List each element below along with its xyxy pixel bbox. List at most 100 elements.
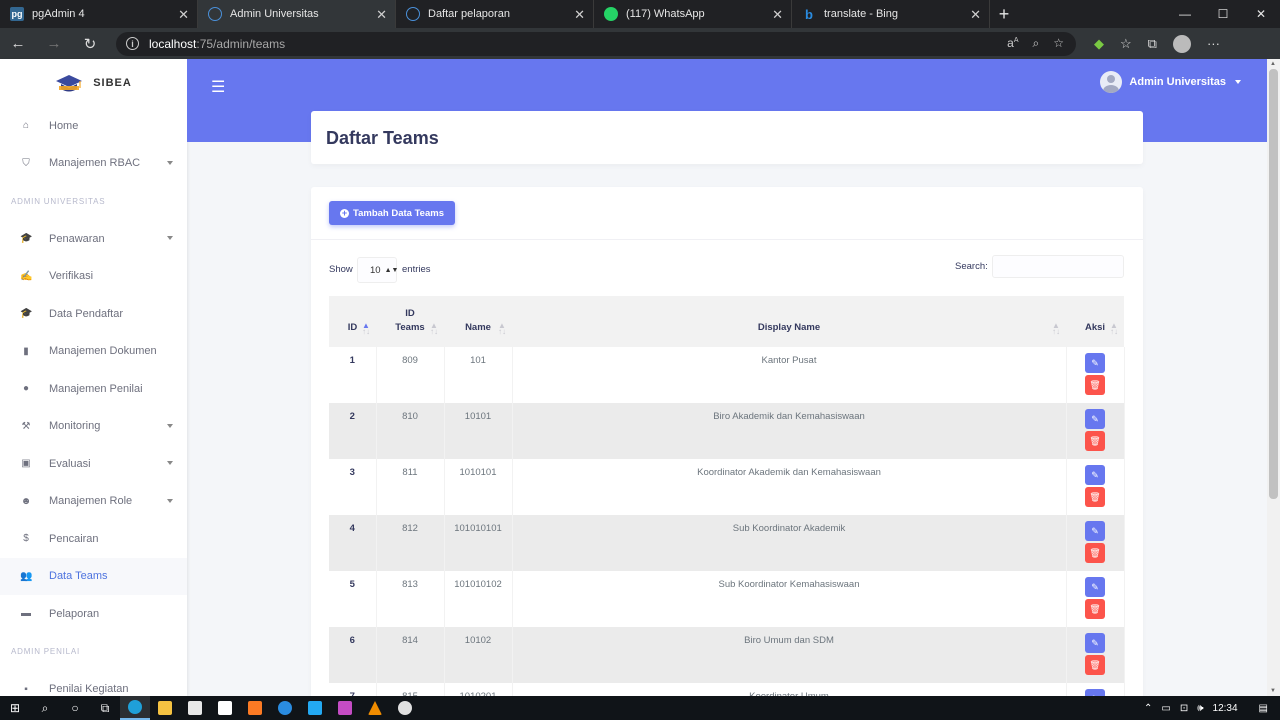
tab-admin-universitas[interactable]: Admin Universitas ✕ (198, 0, 396, 28)
close-icon[interactable]: ✕ (970, 7, 981, 23)
sidebar-item-data-pendaftar[interactable]: 🎓 Data Pendaftar (0, 295, 187, 333)
menu-toggle-icon[interactable]: ☰ (211, 77, 225, 97)
chevron-up-icon[interactable]: ⌃ (1144, 703, 1152, 714)
reload-icon[interactable]: ↻ (72, 28, 108, 59)
forward-icon[interactable]: → (36, 28, 72, 59)
column-header-id[interactable]: ID ▲ ↑↓ (329, 296, 376, 347)
volume-icon[interactable]: 🕪 (1197, 703, 1203, 714)
sidebar-item-penawaran[interactable]: 🎓 Penawaran (0, 220, 187, 258)
minimize-icon[interactable]: — (1166, 0, 1204, 28)
extension-icon[interactable]: ◆ (1094, 36, 1104, 52)
tab-bing[interactable]: b translate - Bing ✕ (792, 0, 990, 28)
sidebar-item-data-teams[interactable]: 👥 Data Teams (0, 557, 187, 595)
edit-button[interactable]: ✎ (1085, 409, 1105, 429)
tab-whatsapp[interactable]: (117) WhatsApp ✕ (594, 0, 792, 28)
zoom-icon[interactable]: ⌕ (1033, 36, 1040, 51)
edit-button[interactable]: ✎ (1085, 353, 1105, 373)
read-aloud-icon[interactable]: aA (1007, 36, 1018, 51)
sidebar-item-label: Pelaporan (49, 607, 100, 620)
table-body: 1 809 101 Kantor Pusat ✎ 🗑 2 810 10101 Biro Akade… (329, 347, 1125, 720)
vscode-icon[interactable] (300, 696, 330, 720)
delete-button[interactable]: 🗑 (1085, 487, 1105, 507)
close-window-icon[interactable]: ✕ (1242, 0, 1280, 28)
brand[interactable]: SIBEA (0, 59, 187, 107)
edit-button[interactable]: ✎ (1085, 465, 1105, 485)
edit-button[interactable]: ✎ (1085, 577, 1105, 597)
trash-icon: 🗑 (1089, 547, 1101, 558)
dollar-icon: $ (23, 533, 29, 545)
paint-icon[interactable] (390, 696, 420, 720)
column-header-name[interactable]: Name ▲ ↑↓ (444, 296, 512, 347)
close-icon[interactable]: ✕ (574, 7, 585, 23)
favorite-add-icon[interactable]: ☆ (1053, 36, 1064, 51)
edit-button[interactable]: ✎ (1085, 633, 1105, 653)
sidebar-item-pencairan[interactable]: $ Pencairan (0, 520, 187, 558)
page-scrollbar[interactable]: ▲ ▼ (1267, 59, 1280, 696)
column-header-id-teams[interactable]: ID Teams ▲ ↑↓ (376, 296, 444, 347)
user-menu[interactable]: Admin Universitas (1100, 71, 1241, 93)
delete-button[interactable]: 🗑 (1085, 543, 1105, 563)
info-icon[interactable]: i (126, 37, 139, 50)
task-view-icon[interactable]: ⧉ (90, 696, 120, 720)
vlc-icon[interactable] (360, 696, 390, 720)
clock-time[interactable]: 12:34 (1213, 703, 1238, 714)
profile-icon[interactable] (1172, 34, 1191, 53)
sidebar-heading-admin-universitas: ADMIN UNIVERSITAS (11, 196, 106, 206)
xampp-icon[interactable] (240, 696, 270, 720)
mail-icon[interactable] (210, 696, 240, 720)
windows-taskbar: ⊞ ⌕ ○ ⧉ ⌃ ▭ ⊡ 🕪 12:34 ▤ (0, 696, 1280, 720)
search-input[interactable] (992, 255, 1124, 278)
delete-button[interactable]: 🗑 (1085, 655, 1105, 675)
browser-app-icon[interactable] (270, 696, 300, 720)
edge-app-icon[interactable] (120, 696, 150, 720)
page-length-select[interactable]: 10 ▲▼ (357, 257, 398, 283)
maximize-icon[interactable]: ☐ (1204, 0, 1242, 28)
network-icon[interactable]: ⊡ (1180, 703, 1188, 714)
battery-icon[interactable]: ▭ (1161, 703, 1170, 714)
cortana-icon[interactable]: ○ (60, 696, 90, 720)
scroll-up-icon[interactable]: ▲ (1270, 61, 1276, 67)
url-field[interactable]: i localhost:75/admin/teams aA ⌕ ☆ (116, 31, 1076, 56)
sidebar-item-monitoring[interactable]: ⚒ Monitoring (0, 408, 187, 446)
back-icon[interactable]: ← (0, 28, 36, 59)
notifications-icon[interactable]: ▤ (1259, 703, 1268, 714)
sidebar-item-manajemen-role[interactable]: ☻ Manajemen Role (0, 483, 187, 521)
sidebar-item-label: Manajemen Dokumen (49, 345, 157, 358)
sidebar-item-penilai-kegiatan[interactable]: ▪ Penilai Kegiatan (0, 671, 187, 697)
brand-name: SIBEA (93, 77, 132, 89)
close-icon[interactable]: ✕ (376, 7, 387, 23)
delete-button[interactable]: 🗑 (1085, 375, 1105, 395)
book-icon: ▬ (21, 608, 31, 620)
sidebar-item-evaluasi[interactable]: ▣ Evaluasi (0, 445, 187, 483)
scrollbar-thumb[interactable] (1269, 69, 1278, 499)
store-icon[interactable] (180, 696, 210, 720)
teams-table: ID ▲ ↑↓ ID Teams ▲ ↑↓ Name ▲ ↑↓ Display Name ▲ ↑… (329, 296, 1125, 720)
caret-down-icon (1235, 80, 1241, 84)
edit-button[interactable]: ✎ (1085, 521, 1105, 541)
scroll-down-icon[interactable]: ▼ (1270, 688, 1276, 694)
sidebar-item-manajemen-rbac[interactable]: ⛉ Manajemen RBAC (0, 145, 187, 183)
new-tab-button[interactable]: + (990, 0, 1018, 28)
column-header-display-name[interactable]: Display Name ▲ ↑↓ (512, 296, 1066, 347)
favorites-icon[interactable]: ☆ (1120, 36, 1132, 52)
sidebar-item-pelaporan[interactable]: ▬ Pelaporan (0, 595, 187, 633)
column-header-aksi[interactable]: Aksi ▲ ↑↓ (1066, 296, 1124, 347)
delete-button[interactable]: 🗑 (1085, 431, 1105, 451)
file-explorer-icon[interactable] (150, 696, 180, 720)
app-grid-icon[interactable] (330, 696, 360, 720)
add-team-button[interactable]: + Tambah Data Teams (329, 201, 455, 225)
delete-button[interactable]: 🗑 (1085, 599, 1105, 619)
sidebar-item-manajemen-dokumen[interactable]: ▮ Manajemen Dokumen (0, 333, 187, 371)
search-icon[interactable]: ⌕ (30, 696, 60, 720)
collections-icon[interactable]: ⧉ (1148, 36, 1157, 52)
close-icon[interactable]: ✕ (772, 7, 783, 23)
sidebar-item-manajemen-penilai[interactable]: ● Manajemen Penilai (0, 370, 187, 408)
sidebar-item-home[interactable]: ⌂ Home (0, 107, 187, 145)
tab-daftar-pelaporan[interactable]: Daftar pelaporan ✕ (396, 0, 594, 28)
tab-pgadmin[interactable]: pg pgAdmin 4 ✕ (0, 0, 198, 28)
close-icon[interactable]: ✕ (178, 7, 189, 23)
more-icon[interactable]: ··· (1207, 36, 1220, 51)
sidebar-item-verifikasi[interactable]: ✍ Verifikasi (0, 258, 187, 296)
cell-name: 10101 (444, 403, 513, 459)
windows-start-icon[interactable]: ⊞ (0, 696, 30, 720)
